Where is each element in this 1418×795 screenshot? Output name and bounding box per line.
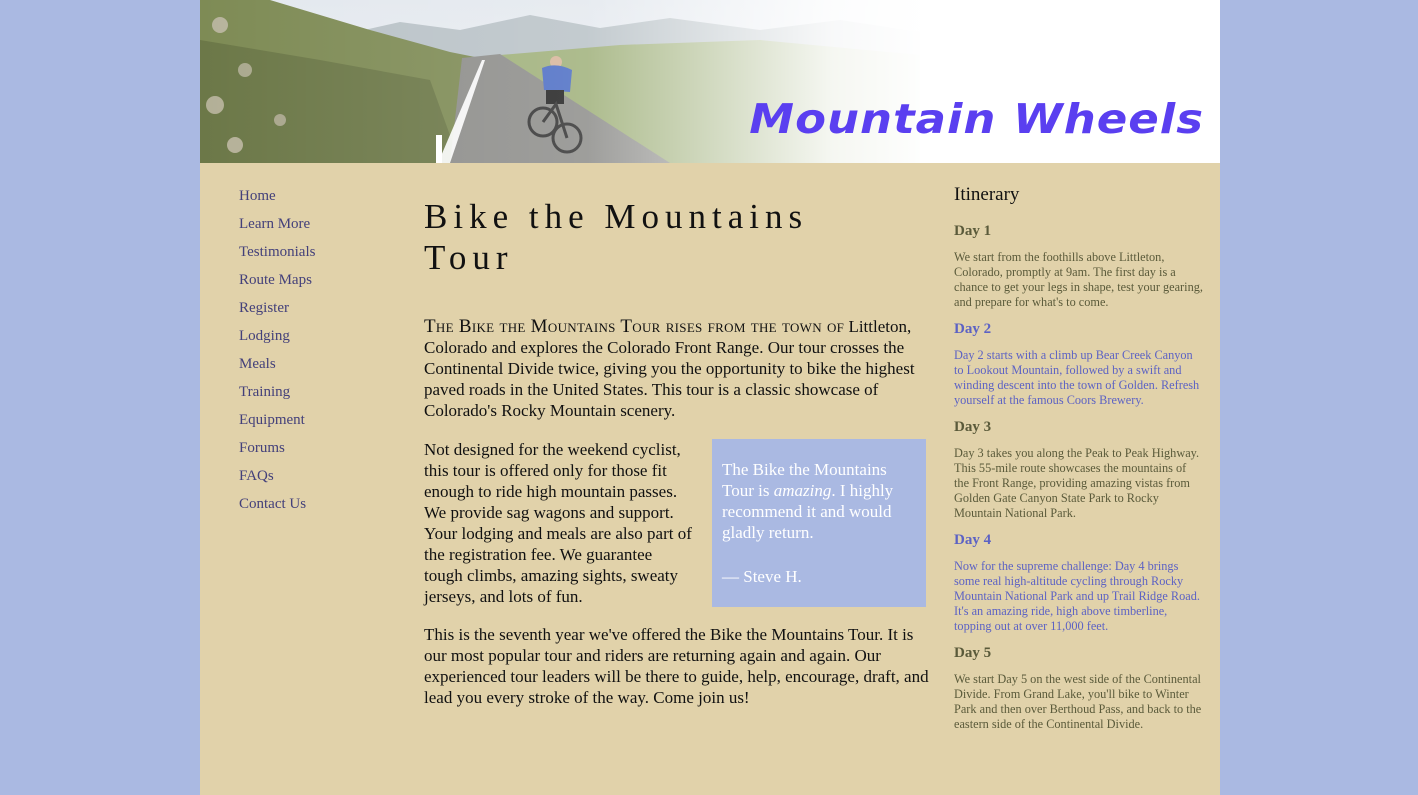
- nav-link-meals[interactable]: Meals: [239, 356, 276, 372]
- day-2-text: Day 2 starts with a climb up Bear Creek …: [954, 348, 1200, 407]
- day-3-heading: Day 3: [954, 419, 992, 435]
- nav-link-testimonials[interactable]: Testimonials: [239, 244, 315, 260]
- itinerary-sidebar: Itinerary Day 1 We start from the foothi…: [954, 183, 1204, 741]
- page-container: Mountain Wheels Home Learn More Testimon…: [200, 0, 1220, 795]
- intro-paragraph: The Bike the Mountains Tour rises from t…: [424, 316, 936, 421]
- nav-item-route-maps: Route Maps: [239, 270, 315, 298]
- nav-item-contact-us: Contact Us: [239, 494, 315, 522]
- quote-emphasis: amazing: [773, 481, 832, 500]
- body-section: The Bike the Mountains Tour is amazing. …: [424, 439, 936, 708]
- nav-item-equipment: Equipment: [239, 410, 315, 438]
- nav-item-faqs: FAQs: [239, 466, 315, 494]
- nav-link-equipment[interactable]: Equipment: [239, 412, 305, 428]
- site-title: Mountain Wheels: [749, 94, 1204, 143]
- nav-link-forums[interactable]: Forums: [239, 440, 285, 456]
- quote-author: — Steve H.: [722, 567, 802, 586]
- nav-link-register[interactable]: Register: [239, 300, 289, 316]
- nav-item-training: Training: [239, 382, 315, 410]
- nav-link-faqs[interactable]: FAQs: [239, 468, 274, 484]
- page-title: Bike the Mountains Tour: [424, 197, 809, 277]
- nav-link-home[interactable]: Home: [239, 188, 276, 204]
- intro-small-caps: The Bike the Mountains Tour rises from t…: [424, 316, 845, 337]
- nav-link-contact-us[interactable]: Contact Us: [239, 496, 306, 512]
- day-4-text: Now for the supreme challenge: Day 4 bri…: [954, 559, 1200, 633]
- day-2-heading: Day 2: [954, 321, 992, 337]
- nav-item-learn-more: Learn More: [239, 214, 315, 242]
- nav-link-learn-more[interactable]: Learn More: [239, 216, 310, 232]
- day-3-text: Day 3 takes you along the Peak to Peak H…: [954, 446, 1200, 520]
- testimonial-quote: The Bike the Mountains Tour is amazing. …: [712, 439, 926, 607]
- nav-link-lodging[interactable]: Lodging: [239, 328, 290, 344]
- nav-link-training[interactable]: Training: [239, 384, 290, 400]
- body-paragraph-2: Not designed for the weekend cyclist, th…: [424, 440, 692, 606]
- day-1-text: We start from the foothills above Little…: [954, 250, 1203, 309]
- header-banner: Mountain Wheels: [200, 0, 1220, 163]
- main-content: Bike the Mountains Tour The Bike the Mou…: [424, 196, 936, 708]
- body-paragraph-3: This is the seventh year we've offered t…: [424, 625, 929, 707]
- day-5-text: We start Day 5 on the west side of the C…: [954, 672, 1202, 731]
- day-1-heading: Day 1: [954, 223, 992, 239]
- nav-item-forums: Forums: [239, 438, 315, 466]
- nav-link-route-maps[interactable]: Route Maps: [239, 272, 312, 288]
- itinerary-title: Itinerary: [954, 184, 1020, 205]
- nav-item-lodging: Lodging: [239, 326, 315, 354]
- nav-item-home: Home: [239, 186, 315, 214]
- nav-item-register: Register: [239, 298, 315, 326]
- sidebar-nav: Home Learn More Testimonials Route Maps …: [239, 186, 315, 522]
- nav-item-testimonials: Testimonials: [239, 242, 315, 270]
- quote-text: The Bike the Mountains Tour is amazing. …: [722, 459, 916, 543]
- nav-item-meals: Meals: [239, 354, 315, 382]
- day-4-heading: Day 4: [954, 532, 992, 548]
- day-5-heading: Day 5: [954, 645, 992, 661]
